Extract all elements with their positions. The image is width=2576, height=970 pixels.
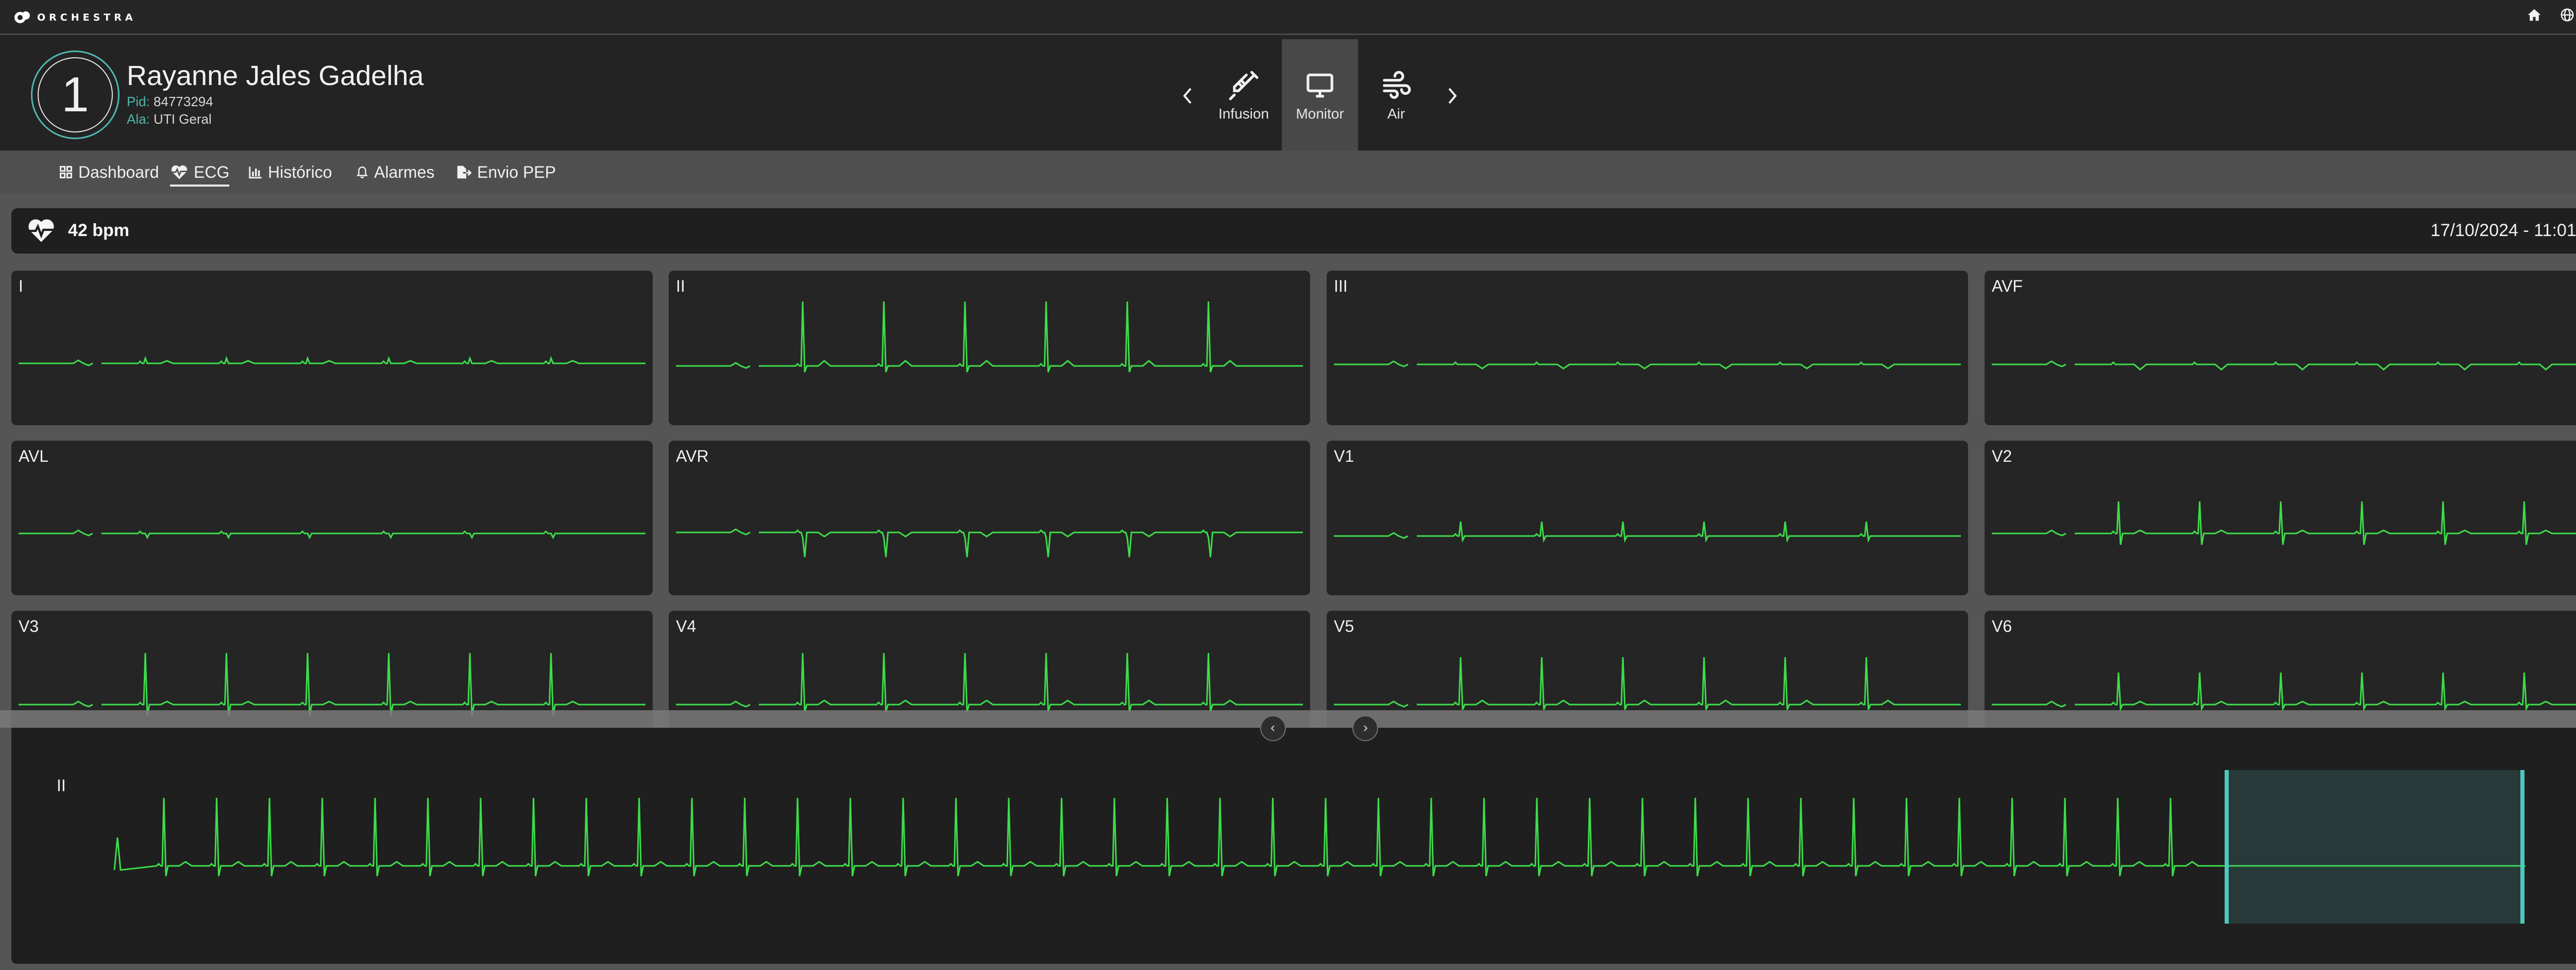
monitor-icon xyxy=(1307,73,1333,98)
file-export-icon xyxy=(457,165,472,179)
ecg-wave-path xyxy=(19,653,646,716)
tab-ecg[interactable]: ECG xyxy=(170,160,230,187)
tab-dashboard-label: Dashboard xyxy=(78,162,159,181)
chevron-left-icon xyxy=(1183,88,1192,104)
rhythm-strip-trace xyxy=(113,797,2526,877)
lead-panel-avl[interactable]: AVL xyxy=(11,441,653,595)
strip-previous-button[interactable] xyxy=(1260,715,1286,741)
logo-text: ORCHESTRA xyxy=(37,12,137,23)
heart-pulse-icon xyxy=(171,165,188,179)
ecg-trace-avl xyxy=(19,529,646,540)
ward-label: Ala: xyxy=(127,111,150,127)
ecg-wave-path xyxy=(676,301,1303,373)
patient-ward: Ala: UTI Geral xyxy=(127,111,212,127)
lead-panel-avf[interactable]: AVF xyxy=(1985,271,2576,425)
ecg-trace-iii xyxy=(1334,360,1961,370)
top-bar: ORCHESTRA PT xyxy=(0,0,2576,35)
patient-name: Rayanne Jales Gadelha xyxy=(127,60,424,91)
tab-alarmes-label: Alarmes xyxy=(374,162,435,181)
ecg-trace-avf xyxy=(1992,360,2576,371)
ward-value: UTI Geral xyxy=(154,111,212,127)
tab-air-label: Air xyxy=(1387,106,1405,122)
overlay-dim xyxy=(0,710,2576,728)
tab-dashboard[interactable]: Dashboard xyxy=(59,160,159,185)
ecg-trace-avr xyxy=(676,528,1303,558)
sub-navigation: Dashboard ECG Histórico Alarmes Envio PE… xyxy=(0,150,2576,194)
previous-device-button[interactable] xyxy=(1170,39,1206,153)
language-selector[interactable]: PT xyxy=(2560,7,2576,23)
tab-monitor-label: Monitor xyxy=(1296,106,1344,122)
patient-pid: Pid: 84773294 xyxy=(127,94,213,110)
lead-panel-iii[interactable]: III xyxy=(1327,271,1968,425)
lead-panel-v1[interactable]: V1 xyxy=(1327,441,1968,595)
tab-infusion-label: Infusion xyxy=(1218,106,1269,122)
ecg-wave-path xyxy=(1334,657,1961,710)
strip-selection-window[interactable] xyxy=(2225,770,2524,924)
wind-icon xyxy=(1383,71,1411,99)
lead-panel-avr[interactable]: AVR xyxy=(669,441,1310,595)
globe-icon xyxy=(2561,8,2574,22)
strip-next-button[interactable] xyxy=(1352,715,1378,741)
ecg-trace-v2 xyxy=(1992,501,2576,545)
chart-bar-icon xyxy=(249,166,262,179)
grid-icon xyxy=(60,166,72,178)
ecg-wave-path xyxy=(1334,360,1961,370)
app-logo[interactable]: ORCHESTRA xyxy=(13,7,137,28)
ecg-wave-path xyxy=(1992,360,2576,371)
chevron-right-icon xyxy=(1448,88,1457,104)
home-button[interactable] xyxy=(2527,7,2542,23)
heart-rate-bar: 42 bpm 17/10/2024 - 11:01:02 xyxy=(11,208,2576,254)
chevron-right-icon xyxy=(1364,725,1368,731)
rhythm-strip-path xyxy=(113,797,2526,877)
heart-rate-icon xyxy=(28,219,54,242)
device-navigation: Infusion Monitor Air xyxy=(1170,39,1470,153)
tab-alarmes[interactable]: Alarmes xyxy=(355,160,434,185)
ecg-trace-ii xyxy=(676,301,1303,373)
tab-infusion[interactable]: Infusion xyxy=(1206,39,1282,153)
ecg-trace-i xyxy=(19,356,646,366)
bell-icon xyxy=(357,166,368,178)
heart-rate-timestamp: 17/10/2024 - 11:01:02 xyxy=(2430,221,2576,240)
ecg-trace-v1 xyxy=(1334,521,1961,543)
tab-ecg-label: ECG xyxy=(194,162,230,181)
ecg-wave-path xyxy=(676,653,1303,712)
bed-number: 1 xyxy=(38,57,113,132)
syringe-icon xyxy=(1229,71,1259,101)
pid-value: 84773294 xyxy=(154,94,213,109)
tab-air[interactable]: Air xyxy=(1358,39,1434,153)
lead-panel-ii[interactable]: II xyxy=(669,271,1310,425)
tab-envio-pep-label: Envio PEP xyxy=(477,162,556,181)
ecg-wave-path xyxy=(1992,501,2576,545)
ecg-wave-path xyxy=(1992,672,2576,712)
home-icon xyxy=(2528,9,2541,21)
tab-envio-pep[interactable]: Envio PEP xyxy=(455,160,556,185)
tab-historico-label: Histórico xyxy=(268,162,332,181)
next-device-button[interactable] xyxy=(1434,39,1470,153)
tab-historico[interactable]: Histórico xyxy=(247,160,332,185)
heart-rate-value: 42 bpm xyxy=(68,221,130,240)
bed-number-badge: 1 xyxy=(31,51,120,139)
ecg-wave-path xyxy=(19,529,646,540)
ecg-wave-path xyxy=(19,356,646,366)
rhythm-strip-panel: II xyxy=(11,728,2576,964)
chevron-left-icon xyxy=(1270,725,1275,731)
ecg-wave-path xyxy=(676,528,1303,558)
tab-monitor[interactable]: Monitor xyxy=(1282,39,1358,153)
logo-icon xyxy=(14,11,30,23)
lead-panel-v2[interactable]: V2 xyxy=(1985,441,2576,595)
pid-label: Pid: xyxy=(127,94,150,109)
ecg-wave-path xyxy=(1334,521,1961,543)
lead-panel-i[interactable]: I xyxy=(11,271,653,425)
